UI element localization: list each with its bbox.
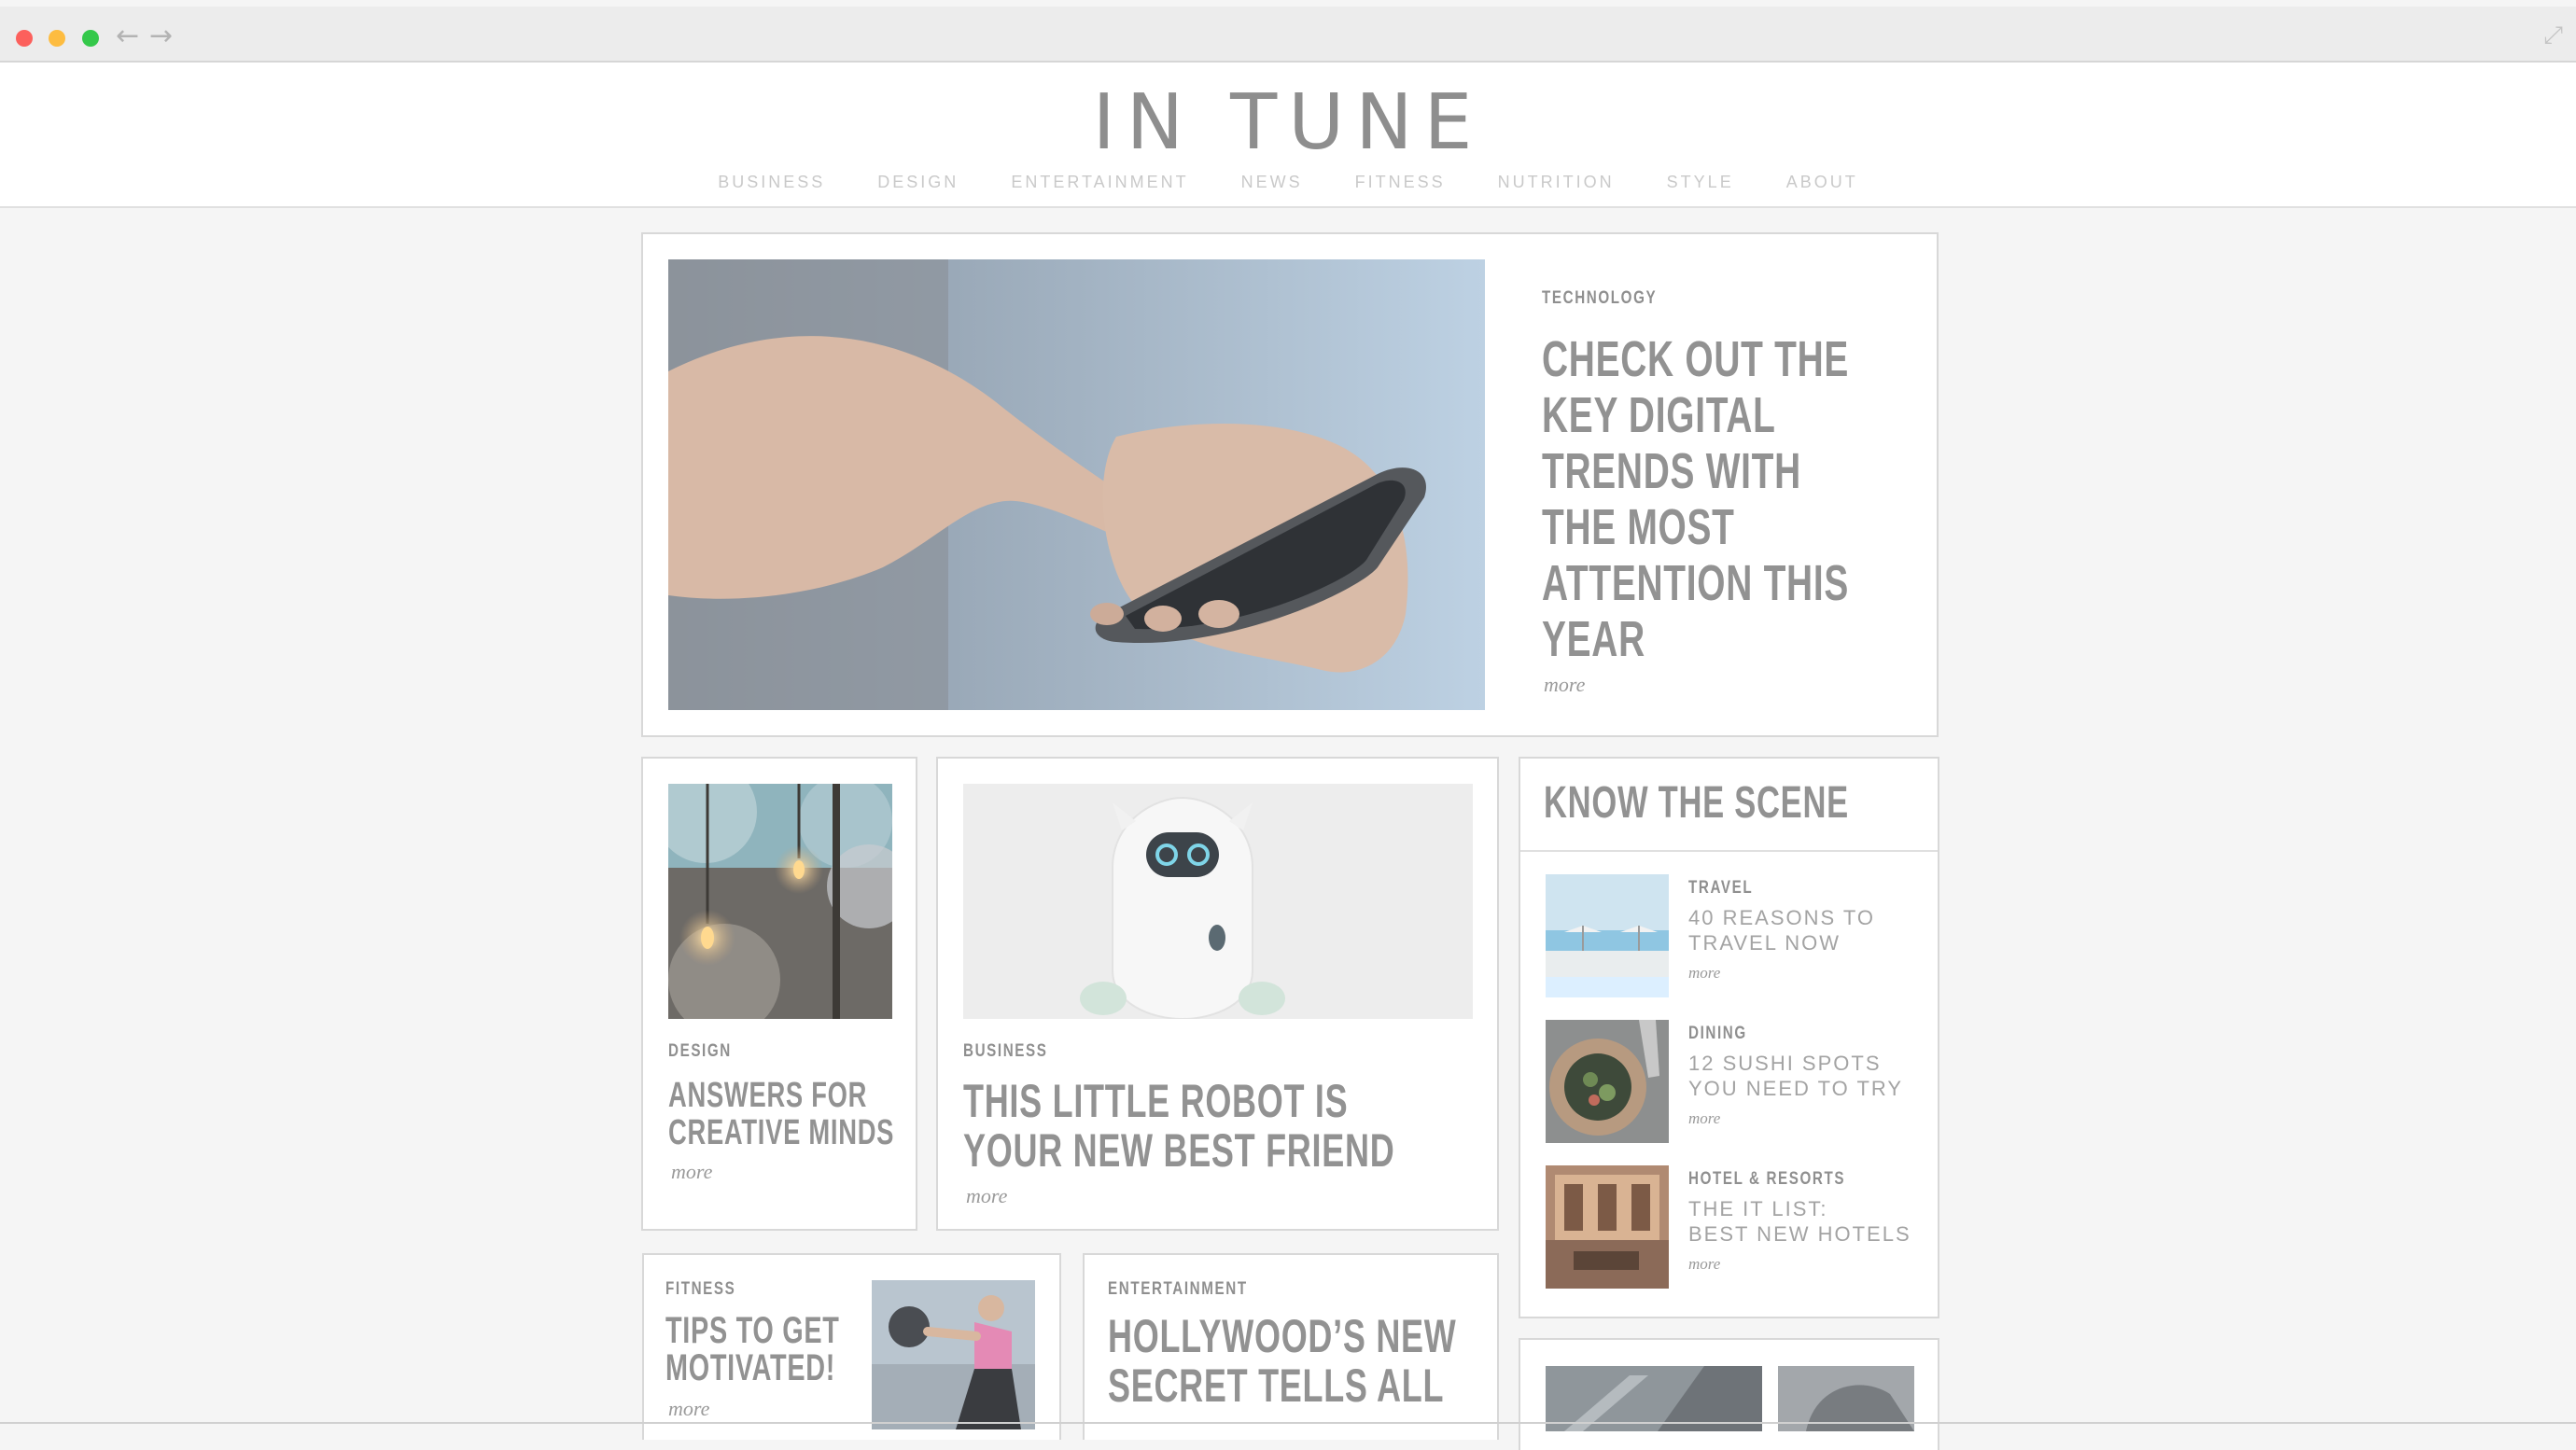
entertainment-headline-line[interactable]: SECRET TELLS ALL xyxy=(1108,1360,1444,1411)
hotels-more-link[interactable]: more xyxy=(1688,1255,1720,1274)
main-navigation: BUSINESS DESIGN ENTERTAINMENT NEWS FITNE… xyxy=(0,173,2576,192)
fitness-headline-line[interactable]: MOTIVATED! xyxy=(665,1348,835,1387)
hero-headline[interactable]: CHECK OUT THE KEY DIGITAL TRENDS WITH TH… xyxy=(1542,331,1915,667)
beach-thumbnail-image[interactable] xyxy=(1546,874,1669,997)
browser-toolbar: ← → ⤢ xyxy=(0,7,2576,63)
fitness-article-card[interactable]: FITNESS TIPS TO GET MOTIVATED! more xyxy=(642,1253,1061,1440)
nav-item-nutrition[interactable]: NUTRITION xyxy=(1498,173,1615,192)
design-headline-line[interactable]: CREATIVE MINDS xyxy=(668,1113,894,1152)
scene-gallery-card[interactable] xyxy=(1519,1338,1939,1450)
entertainment-article-card[interactable]: ENTERTAINMENT HOLLYWOOD’S NEW SECRET TEL… xyxy=(1083,1253,1499,1440)
hero-more-link[interactable]: more xyxy=(1544,673,1585,697)
hotels-category-label[interactable]: HOTEL & RESORTS xyxy=(1688,1169,1845,1190)
hero-headline-line: YEAR xyxy=(1542,611,1645,667)
design-article-card[interactable]: DESIGN ANSWERS FOR CREATIVE MINDS more xyxy=(641,757,917,1231)
nav-item-about[interactable]: ABOUT xyxy=(1786,173,1858,192)
hero-headline-line: KEY DIGITAL xyxy=(1542,387,1776,443)
hero-smartphone-image[interactable] xyxy=(668,259,1485,710)
design-category-label[interactable]: DESIGN xyxy=(668,1041,732,1062)
workout-woman-image[interactable] xyxy=(872,1280,1035,1429)
hotels-title-line[interactable]: BEST NEW HOTELS xyxy=(1688,1221,1911,1247)
business-headline-line[interactable]: YOUR NEW BEST FRIEND xyxy=(963,1125,1394,1176)
business-more-link[interactable]: more xyxy=(966,1184,1007,1208)
dining-title-line[interactable]: YOU NEED TO TRY xyxy=(1688,1076,1903,1101)
entertainment-category-label[interactable]: ENTERTAINMENT xyxy=(1108,1279,1248,1300)
scene-title: KNOW THE SCENE xyxy=(1544,778,1849,828)
fitness-category-label[interactable]: FITNESS xyxy=(665,1279,735,1300)
back-arrow-icon[interactable]: ← xyxy=(116,20,139,52)
fullscreen-expand-icon[interactable]: ⤢ xyxy=(2543,21,2563,50)
entertainment-headline-line[interactable]: HOLLYWOOD’S NEW xyxy=(1108,1311,1456,1361)
dining-title-line[interactable]: 12 SUSHI SPOTS xyxy=(1688,1051,1882,1076)
site-logo[interactable]: IN TUNE xyxy=(0,81,2576,165)
know-the-scene-panel: KNOW THE SCENE TRAVEL 40 REASONS TO TRAV… xyxy=(1519,757,1939,1318)
close-window-button[interactable] xyxy=(16,30,33,47)
nav-item-style[interactable]: STYLE xyxy=(1667,173,1734,192)
scene-item-travel[interactable]: TRAVEL 40 REASONS TO TRAVEL NOW more xyxy=(1520,874,1938,1005)
nav-item-news[interactable]: NEWS xyxy=(1241,173,1303,192)
page-bottom-edge xyxy=(0,1422,2576,1424)
scene-item-dining[interactable]: DINING 12 SUSHI SPOTS YOU NEED TO TRY mo… xyxy=(1520,1020,1938,1150)
hero-headline-line: CHECK OUT THE xyxy=(1542,331,1850,387)
fitness-more-link[interactable]: more xyxy=(668,1397,709,1421)
travel-more-link[interactable]: more xyxy=(1688,964,1720,983)
forward-arrow-icon[interactable]: → xyxy=(149,20,173,52)
zoom-window-button[interactable] xyxy=(82,30,99,47)
dining-category-label[interactable]: DINING xyxy=(1688,1024,1747,1044)
business-headline-line[interactable]: THIS LITTLE ROBOT IS xyxy=(963,1076,1348,1126)
nav-item-design[interactable]: DESIGN xyxy=(877,173,959,192)
nav-item-fitness[interactable]: FITNESS xyxy=(1355,173,1446,192)
pendant-lights-image[interactable] xyxy=(668,784,892,1019)
scene-item-hotels[interactable]: HOTEL & RESORTS THE IT LIST: BEST NEW HO… xyxy=(1520,1165,1938,1296)
travel-category-label[interactable]: TRAVEL xyxy=(1688,878,1753,899)
robot-image[interactable] xyxy=(963,784,1473,1019)
hero-headline-line: ATTENTION THIS xyxy=(1542,555,1850,611)
hotel-interior-thumbnail-image[interactable] xyxy=(1546,1165,1669,1289)
site-header: IN TUNE BUSINESS DESIGN ENTERTAINMENT NE… xyxy=(0,63,2576,208)
hero-category-label[interactable]: TECHNOLOGY xyxy=(1542,288,1657,309)
minimize-window-button[interactable] xyxy=(49,30,65,47)
nav-item-business[interactable]: BUSINESS xyxy=(718,173,825,192)
travel-title-line[interactable]: 40 REASONS TO xyxy=(1688,905,1875,930)
hotels-title-line[interactable]: THE IT LIST: xyxy=(1688,1196,1828,1221)
travel-title-line[interactable]: TRAVEL NOW xyxy=(1688,930,1841,955)
hero-headline-line: THE MOST xyxy=(1542,499,1735,555)
hero-headline-line: TRENDS WITH xyxy=(1542,443,1801,499)
business-article-card[interactable]: BUSINESS THIS LITTLE ROBOT IS YOUR NEW B… xyxy=(936,757,1499,1231)
design-more-link[interactable]: more xyxy=(671,1160,712,1184)
design-headline-line[interactable]: ANSWERS FOR xyxy=(668,1076,867,1115)
nav-item-entertainment[interactable]: ENTERTAINMENT xyxy=(1011,173,1188,192)
dining-more-link[interactable]: more xyxy=(1688,1109,1720,1128)
business-category-label[interactable]: BUSINESS xyxy=(963,1041,1048,1062)
fitness-headline-line[interactable]: TIPS TO GET xyxy=(665,1311,840,1350)
sushi-bowl-thumbnail-image[interactable] xyxy=(1546,1020,1669,1143)
scene-divider xyxy=(1520,850,1938,852)
hero-article-card[interactable]: TECHNOLOGY CHECK OUT THE KEY DIGITAL TRE… xyxy=(641,232,1939,737)
